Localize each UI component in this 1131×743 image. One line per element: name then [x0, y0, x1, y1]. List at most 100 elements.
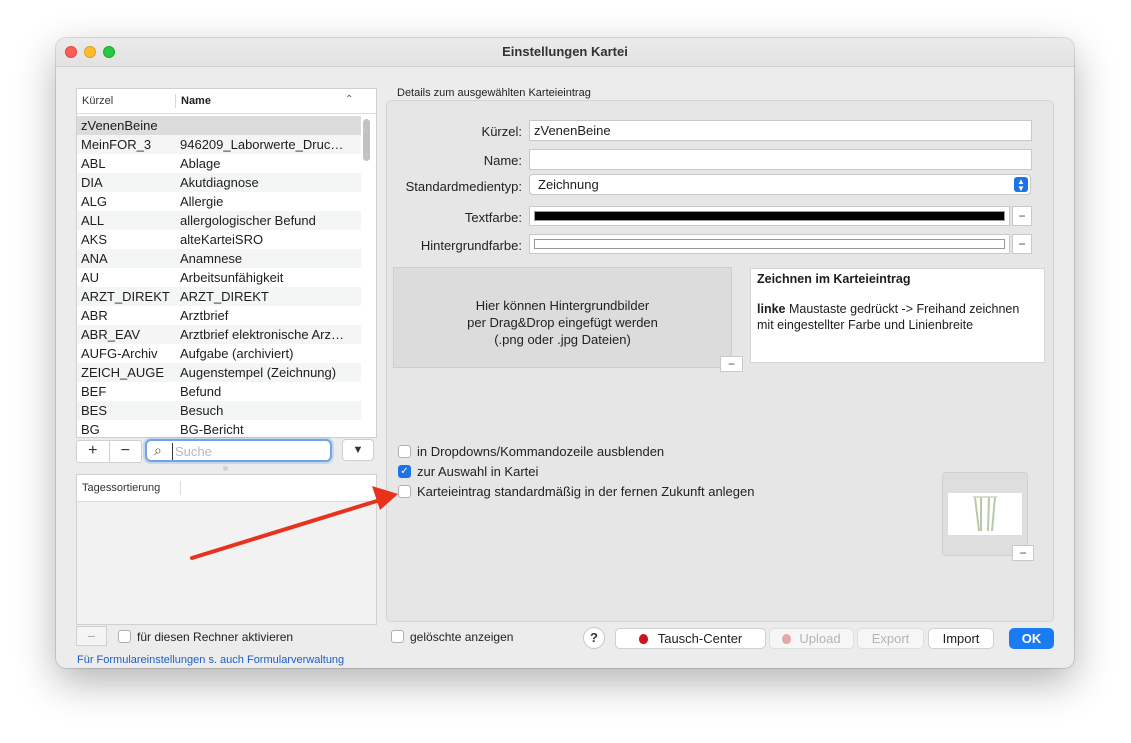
help-button[interactable]: ?	[583, 627, 605, 649]
details-section-label: Details zum ausgewählten Karteieintrag	[397, 87, 591, 99]
list-row[interactable]: ARZT_DIREKT ARZT_DIREKT	[77, 287, 361, 306]
row-kuerzel: AKS	[81, 232, 108, 247]
name-label: Name:	[483, 153, 522, 168]
row-kuerzel: AUFG-Archiv	[81, 346, 158, 361]
thumbnail-remove-button[interactable]: −	[1012, 545, 1034, 561]
textfarbe-colorwell[interactable]	[529, 206, 1010, 226]
row-name: Anamnese	[180, 251, 243, 266]
upload-button[interactable]: Upload	[769, 628, 854, 649]
tagessortierung-list[interactable]: Tagessortierung	[76, 474, 377, 625]
window-title: Einstellungen Kartei	[502, 44, 628, 59]
activate-checkbox[interactable]	[118, 630, 131, 643]
row-name: Besuch	[180, 403, 224, 418]
list-row[interactable]: DIA Akutdiagnose	[77, 173, 361, 192]
row-kuerzel: ALL	[81, 213, 105, 228]
list-row[interactable]: BG BG-Bericht	[77, 420, 361, 437]
row-name: Akutdiagnose	[180, 175, 259, 190]
sort-ascending-icon: ⌃	[345, 94, 354, 105]
list-row[interactable]: ABR_EAV Arztbrief elektronische Arz…	[77, 325, 361, 344]
column-header-kuerzel[interactable]: Kürzel	[82, 95, 113, 107]
name-field[interactable]	[529, 149, 1032, 170]
remove-entry-button[interactable]: −	[108, 441, 142, 462]
textfarbe-label: Textfarbe:	[464, 210, 522, 225]
ok-button[interactable]: OK	[1009, 628, 1054, 649]
list-row[interactable]: ALG Allergie	[77, 192, 361, 211]
search-input[interactable]	[172, 443, 327, 460]
row-name: Befund	[180, 384, 222, 399]
dropzone-remove-button[interactable]: −	[720, 356, 743, 372]
search-icon: ⌕	[154, 442, 162, 458]
settings-window: Einstellungen Kartei Kürzel Name ⌃ zVene…	[56, 38, 1074, 668]
textfarbe-swatch	[534, 211, 1005, 221]
formularverwaltung-link[interactable]: Für Formulareinstellungen s. auch Formul…	[77, 654, 344, 666]
row-kuerzel: ABL	[81, 156, 106, 171]
row-kuerzel: ABR_EAV	[81, 327, 141, 342]
ferne-zukunft-checkbox[interactable]	[398, 485, 411, 498]
info-text: linke Maustaste gedrückt -> Freihand zei…	[757, 301, 1038, 333]
column-header-name[interactable]: Name	[181, 95, 211, 107]
tagessortierung-column[interactable]: Tagessortierung	[82, 482, 160, 494]
updown-chevron-icon: ▲ ▼	[1014, 177, 1028, 193]
search-field[interactable]: ⌕	[145, 439, 332, 462]
list-rows: zVenenBeine MeinFOR_3 946209_Laborwerte_Dr…	[77, 116, 361, 437]
tagessortierung-header: Tagessortierung	[77, 475, 376, 502]
apple-icon	[782, 634, 792, 644]
kuerzel-field[interactable]: zVenenBeine	[529, 120, 1032, 141]
row-kuerzel: MeinFOR_3	[81, 137, 152, 152]
row-name: Augenstempel (Zeichnung)	[180, 365, 337, 380]
dropzone-text-1: Hier können Hintergrundbilder	[475, 298, 650, 313]
medientyp-select[interactable]: Zeichnung ▲ ▼	[529, 174, 1031, 195]
list-header: Kürzel Name ⌃	[77, 89, 376, 114]
apple-icon	[638, 634, 648, 644]
split-handle[interactable]	[223, 466, 228, 471]
list-row[interactable]: AUFG-Archiv Aufgabe (archiviert)	[77, 344, 361, 363]
karteieintrag-list[interactable]: Kürzel Name ⌃ zVenenBeine MeinFOR_3 946209…	[76, 88, 377, 438]
list-row[interactable]: ALL allergologischer Befund	[77, 211, 361, 230]
row-name: Arztbrief	[180, 308, 229, 323]
legs-drawing-icon	[973, 496, 997, 532]
import-button[interactable]: Import	[928, 628, 994, 649]
list-scrollbar[interactable]	[363, 119, 370, 161]
list-row[interactable]: MeinFOR_3 946209_Laborwerte_Druc…	[77, 135, 361, 154]
background-image-dropzone[interactable]: Hier können Hintergrundbilder per Drag&D…	[393, 267, 732, 368]
row-kuerzel: ANA	[81, 251, 108, 266]
row-name: alteKarteiSRO	[180, 232, 264, 247]
export-button[interactable]: Export	[857, 628, 924, 649]
info-bold: linke	[757, 302, 786, 316]
tausch-center-button[interactable]: Tausch-Center	[615, 628, 766, 649]
column-separator	[180, 481, 181, 495]
list-row[interactable]: zVenenBeine	[77, 116, 361, 135]
list-row[interactable]: ANA Anamnese	[77, 249, 361, 268]
drawing-info-box: Zeichnen im Karteieintrag linke Maustast…	[750, 268, 1045, 363]
row-name: allergologischer Befund	[180, 213, 316, 228]
row-kuerzel: ABR	[81, 308, 108, 323]
list-row[interactable]: ABL Ablage	[77, 154, 361, 173]
activate-label: für diesen Rechner aktivieren	[137, 630, 294, 644]
row-name: Allergie	[180, 194, 224, 209]
list-row[interactable]: BEF Befund	[77, 382, 361, 401]
list-row[interactable]: AU Arbeitsunfähigkeit	[77, 268, 361, 287]
title-bar: Einstellungen Kartei	[56, 38, 1074, 67]
hintergrund-label: Hintergrundfarbe:	[420, 238, 522, 253]
hintergrund-swatch	[534, 239, 1005, 249]
zur-auswahl-checkbox[interactable]: ✓	[398, 465, 411, 478]
list-row[interactable]: BES Besuch	[77, 401, 361, 420]
hide-in-dropdowns-checkbox[interactable]	[398, 445, 411, 458]
dropzone-text-2: per Drag&Drop eingefügt werden	[467, 315, 658, 330]
sort-remove-button[interactable]: −	[76, 626, 107, 646]
textfarbe-reset-button[interactable]: −	[1012, 206, 1032, 226]
list-row[interactable]: ZEICH_AUGE Augenstempel (Zeichnung)	[77, 363, 361, 382]
background-thumbnail[interactable]	[942, 472, 1028, 556]
row-name: Arbeitsunfähigkeit	[180, 270, 284, 285]
list-row[interactable]: AKS alteKarteiSRO	[77, 230, 361, 249]
hintergrund-colorwell[interactable]	[529, 234, 1010, 254]
show-deleted-label: gelöschte anzeigen	[410, 630, 514, 644]
row-name: Aufgabe (archiviert)	[180, 346, 294, 361]
add-entry-button[interactable]: +	[77, 441, 109, 462]
row-name: BG-Bericht	[180, 422, 244, 437]
list-row[interactable]: ABR Arztbrief	[77, 306, 361, 325]
row-kuerzel: ZEICH_AUGE	[81, 365, 165, 380]
filter-dropdown-button[interactable]: ▼	[342, 439, 374, 461]
hintergrund-reset-button[interactable]: −	[1012, 234, 1032, 254]
show-deleted-checkbox[interactable]	[391, 630, 404, 643]
